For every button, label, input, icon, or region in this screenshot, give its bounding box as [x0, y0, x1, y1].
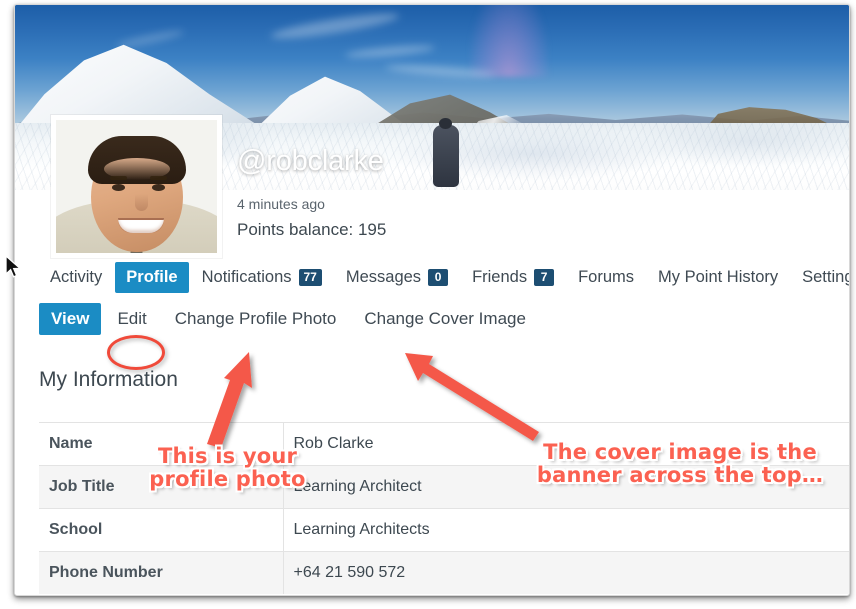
subnav-view[interactable]: View [39, 303, 102, 335]
tab-settings[interactable]: Settings [791, 262, 849, 293]
tab-badge-count: 7 [534, 269, 555, 286]
tab-notifications[interactable]: Notifications 77 [191, 262, 333, 293]
table-row: Job Title Learning Architect [39, 465, 849, 509]
subnav-edit[interactable]: Edit [105, 303, 158, 335]
tab-badge-count: 0 [428, 269, 449, 286]
browser-page-frame: @robclarke 4 minutes ago Points balance:… [14, 4, 850, 596]
info-field-label: School [39, 508, 284, 552]
avatar-eye [152, 184, 165, 191]
info-field-value: +64 21 590 572 [293, 563, 406, 581]
subnav-change-profile-photo[interactable]: Change Profile Photo [163, 303, 349, 335]
mouse-cursor [5, 255, 22, 278]
my-information-table: Name Rob Clarke Job Title Learning Architec… [39, 422, 849, 594]
profile-avatar[interactable] [51, 115, 222, 258]
avatar-hair [87, 136, 186, 184]
info-field-label: Job Title [39, 465, 284, 509]
avatar-eyebrow [110, 176, 127, 180]
info-field-label: Phone Number [39, 551, 284, 594]
info-field-value: Learning Architect [293, 477, 422, 495]
cover-figure [433, 118, 459, 187]
points-balance: Points balance: 195 [237, 220, 387, 239]
info-field-value: Rob Clarke [293, 434, 374, 452]
profile-username: @robclarke [237, 145, 384, 177]
subnav-change-cover-image[interactable]: Change Cover Image [352, 303, 538, 335]
tab-label: Messages [345, 268, 422, 286]
info-field-value: Learning Architects [293, 520, 430, 538]
tab-label: Forums [578, 268, 635, 286]
tab-label: Activity [50, 268, 103, 286]
tab-label: My Point History [658, 268, 779, 286]
info-field-label: Name [39, 422, 284, 466]
avatar-nose [135, 194, 148, 211]
table-row: School Learning Architects [39, 508, 849, 552]
tab-forums[interactable]: Forums [567, 262, 645, 293]
tab-label: Settings [802, 268, 849, 286]
avatar-eye [112, 184, 125, 191]
cover-lens-flare [470, 5, 548, 77]
table-row: Phone Number +64 21 590 572 [39, 551, 849, 594]
table-row: Name Rob Clarke [39, 422, 849, 466]
last-active-time: 4 minutes ago [237, 196, 325, 212]
tab-label: Notifications [201, 268, 292, 286]
tab-label: Profile [126, 268, 178, 286]
profile-subnav: View Edit Change Profile Photo Change Cover… [15, 293, 849, 335]
tab-badge-count: 77 [298, 269, 322, 286]
tab-my-point-history[interactable]: My Point History [647, 262, 789, 293]
tab-profile[interactable]: Profile [115, 262, 189, 293]
tab-messages[interactable]: Messages 0 [335, 262, 459, 293]
tab-label: Friends [472, 268, 528, 286]
page-title: My Information [39, 368, 178, 392]
avatar-eyebrow [150, 176, 167, 180]
tab-activity[interactable]: Activity [39, 262, 113, 293]
tab-friends[interactable]: Friends 7 [461, 262, 565, 293]
